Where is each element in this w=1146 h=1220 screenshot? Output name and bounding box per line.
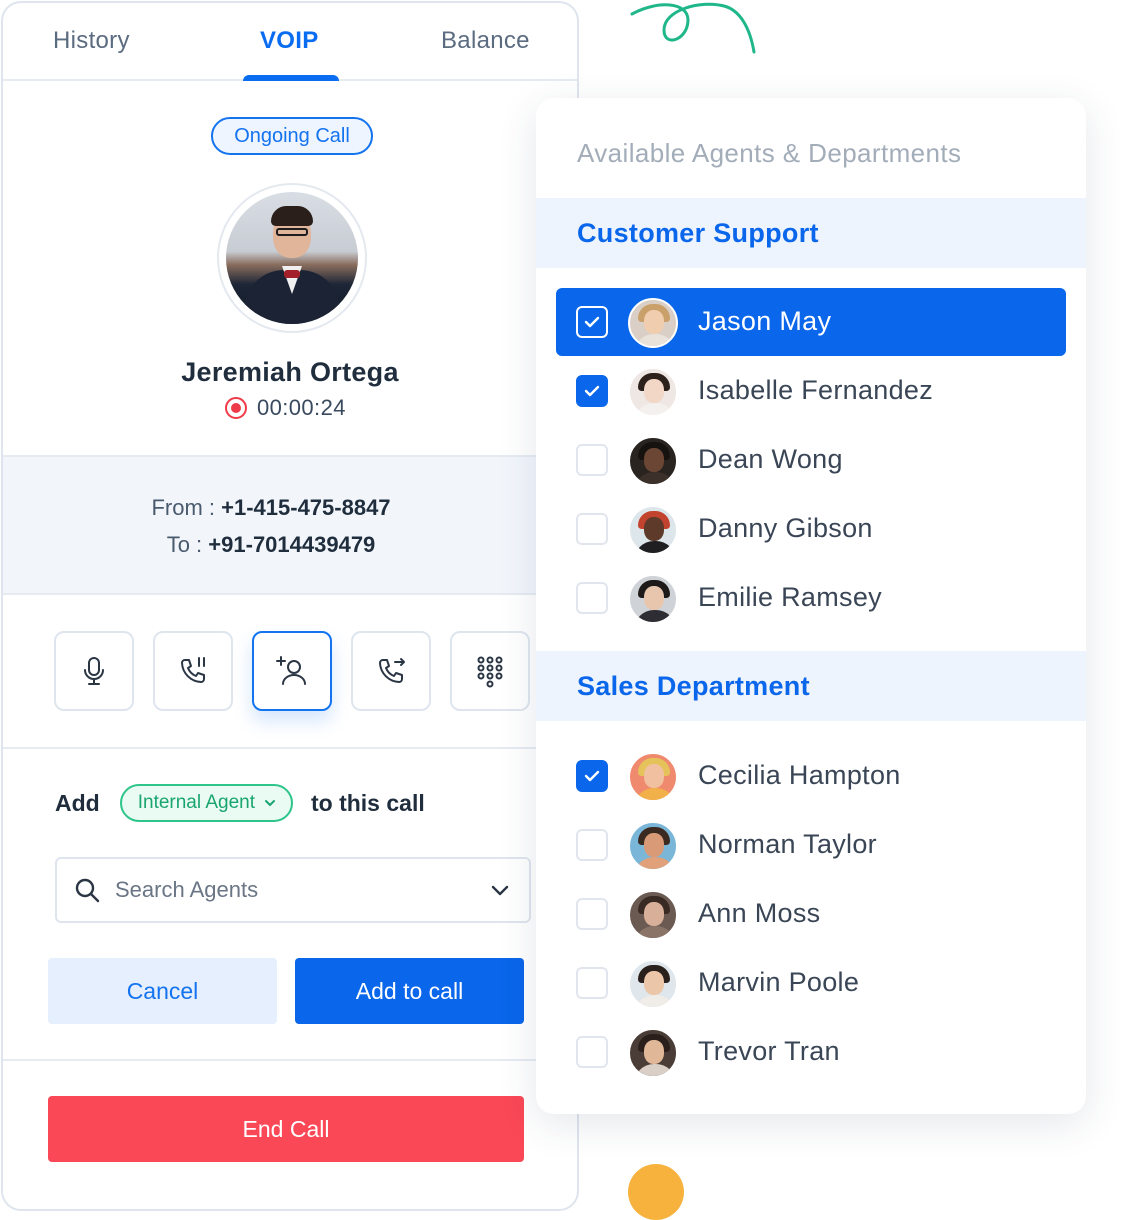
call-forward-icon	[379, 658, 405, 683]
agent-checkbox[interactable]	[576, 582, 608, 614]
forward-call-button[interactable]	[351, 631, 431, 711]
search-icon	[75, 878, 100, 903]
agent-row-isabelle-fernandez[interactable]: Isabelle Fernandez	[556, 357, 1066, 425]
department-header: Sales Department	[536, 651, 1086, 721]
search-agents-input[interactable]	[115, 877, 475, 903]
department-header: Customer Support	[536, 198, 1086, 268]
recording-icon	[225, 397, 247, 419]
call-hold-icon	[181, 657, 205, 683]
call-panel: History VOIP Balance Ongoing Call Jeremi…	[1, 1, 579, 1211]
agent-name: Isabelle Fernandez	[698, 375, 934, 405]
agent-checkbox[interactable]	[576, 375, 608, 407]
agent-row-danny-gibson[interactable]: Danny Gibson	[556, 495, 1066, 563]
agent-checkbox[interactable]	[576, 898, 608, 930]
department-name: Customer Support	[577, 218, 819, 248]
agent-name: Jason May	[698, 306, 832, 336]
agent-checkbox[interactable]	[576, 967, 608, 999]
agent-checkbox[interactable]	[576, 306, 608, 338]
agent-type-label: Internal Agent	[137, 792, 255, 813]
agent-row-emilie-ramsey[interactable]: Emilie Ramsey	[556, 564, 1066, 632]
agent-checkbox[interactable]	[576, 513, 608, 545]
cancel-button[interactable]: Cancel	[48, 958, 277, 1024]
tab-history[interactable]: History	[53, 27, 130, 55]
decorative-squiggle	[630, 2, 756, 54]
add-prefix-label: Add	[55, 789, 100, 816]
agent-row-marvin-poole[interactable]: Marvin Poole	[556, 949, 1066, 1017]
agent-avatar	[628, 752, 678, 802]
agent-avatar	[628, 821, 678, 871]
tab-bar: History VOIP Balance	[3, 3, 577, 81]
department-name: Sales Department	[577, 671, 810, 701]
agent-avatar	[628, 1028, 678, 1078]
agent-name: Trevor Tran	[698, 1036, 840, 1066]
caller-photo	[226, 192, 358, 324]
caller-name: Jeremiah Ortega	[181, 357, 399, 387]
chevron-down-icon[interactable]	[489, 879, 511, 901]
to-label: To :	[166, 532, 203, 557]
agent-avatar	[628, 367, 678, 417]
tab-balance[interactable]: Balance	[441, 27, 530, 55]
tab-voip[interactable]: VOIP	[260, 27, 319, 55]
agent-row-norman-taylor[interactable]: Norman Taylor	[556, 811, 1066, 879]
checkmark-icon	[584, 385, 600, 397]
from-label: From :	[151, 495, 215, 520]
agent-checkbox[interactable]	[576, 829, 608, 861]
search-agents-field[interactable]	[55, 857, 531, 923]
agent-avatar	[628, 959, 678, 1009]
mute-button[interactable]	[54, 631, 134, 711]
from-number-row: From : +1-415-475-8847	[3, 495, 539, 521]
add-to-call-button[interactable]: Add to call	[295, 958, 524, 1024]
from-number: +1-415-475-8847	[221, 495, 391, 520]
agent-checkbox[interactable]	[576, 444, 608, 476]
agent-checkbox[interactable]	[576, 760, 608, 792]
agent-row-cecilia-hampton[interactable]: Cecilia Hampton	[556, 742, 1066, 810]
add-agent-button[interactable]	[252, 631, 332, 711]
agent-name: Cecilia Hampton	[698, 760, 901, 790]
agent-avatar	[628, 890, 678, 940]
agent-row-ann-moss[interactable]: Ann Moss	[556, 880, 1066, 948]
agent-avatar	[628, 436, 678, 486]
agent-name: Marvin Poole	[698, 967, 860, 997]
checkmark-icon	[584, 770, 600, 782]
dialpad-icon	[477, 656, 503, 688]
caller-avatar	[217, 183, 367, 333]
agent-name: Dean Wong	[698, 444, 843, 474]
agent-avatar	[628, 574, 678, 624]
call-duration: 00:00:24	[257, 395, 346, 420]
call-status-badge: Ongoing Call	[211, 117, 373, 155]
agent-type-dropdown[interactable]: Internal Agent	[119, 784, 293, 822]
agent-checkbox[interactable]	[576, 1036, 608, 1068]
end-call-button[interactable]: End Call	[48, 1096, 524, 1162]
call-numbers: From : +1-415-475-8847 To : +91-70144394…	[3, 455, 577, 595]
agent-name: Danny Gibson	[698, 513, 873, 543]
decorative-dot	[628, 1164, 684, 1220]
microphone-icon	[84, 657, 104, 685]
divider	[3, 1059, 577, 1061]
agent-name: Emilie Ramsey	[698, 582, 882, 612]
add-suffix-label: to this call	[310, 789, 425, 816]
to-number-row: To : +91-7014439479	[3, 532, 539, 558]
agent-name: Ann Moss	[698, 898, 821, 928]
active-tab-indicator	[243, 75, 339, 81]
hold-button[interactable]	[153, 631, 233, 711]
call-timer: 00:00:24	[225, 395, 346, 421]
divider	[3, 747, 577, 749]
agent-row-jason-may[interactable]: Jason May	[556, 288, 1066, 356]
agent-row-trevor-tran[interactable]: Trevor Tran	[556, 1018, 1066, 1086]
agent-row-dean-wong[interactable]: Dean Wong	[556, 426, 1066, 494]
agent-avatar	[628, 505, 678, 555]
agents-panel: Available Agents & Departments Customer …	[536, 98, 1086, 1114]
chevron-down-icon	[264, 800, 275, 807]
checkmark-icon	[584, 316, 600, 328]
add-to-call-row: Add Internal Agent to this call	[55, 783, 425, 823]
add-agent-icon	[276, 656, 306, 685]
dialpad-button[interactable]	[450, 631, 530, 711]
to-number: +91-7014439479	[208, 532, 376, 557]
agents-panel-title: Available Agents & Departments	[577, 138, 962, 168]
agent-name: Norman Taylor	[698, 829, 877, 859]
agent-avatar	[628, 298, 678, 348]
